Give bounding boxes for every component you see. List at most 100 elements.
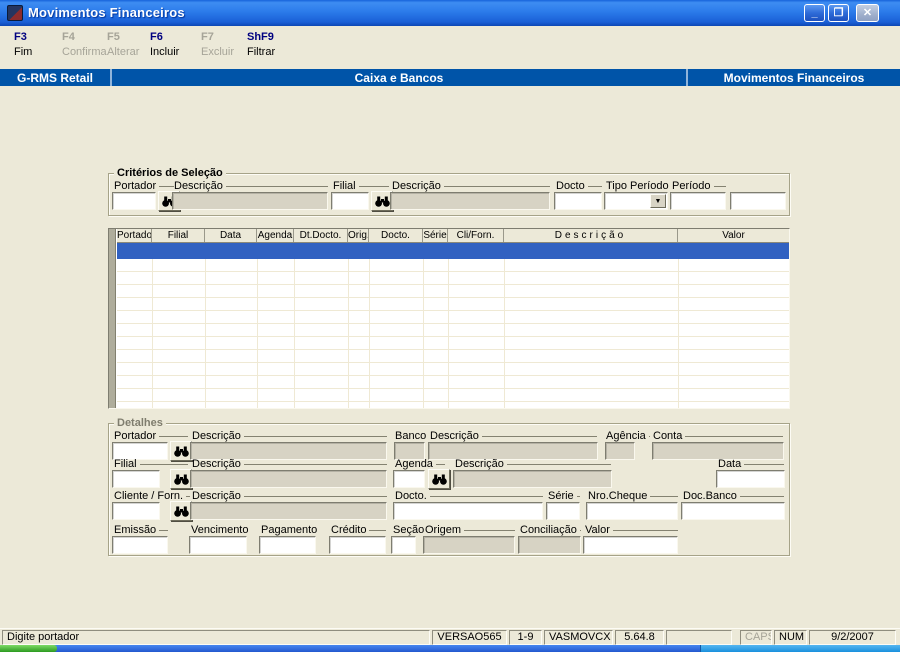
det-pagamento-label: Pagamento xyxy=(261,524,318,536)
det-conciliacao-field xyxy=(518,536,581,554)
binoculars-icon xyxy=(173,446,189,457)
function-key-toolbar: F3 Fim F4 Confirma F5 Alterar F6 Incluir… xyxy=(0,26,900,69)
close-button[interactable]: ✕ xyxy=(856,4,879,22)
det-pagamento-input[interactable] xyxy=(259,536,316,554)
criteria-tipo-periodo-label: Tipo Período xyxy=(606,180,669,192)
movements-grid[interactable]: Portador Filial Data Agenda Dt.Docto. Or… xyxy=(108,228,790,409)
status-version: VERSAO565 xyxy=(432,630,507,645)
toolbar-key: F7 xyxy=(201,31,214,43)
chevron-down-icon[interactable]: ▼ xyxy=(650,194,666,208)
det-secao-label: Seção xyxy=(393,524,425,536)
criteria-periodo-start-input[interactable] xyxy=(670,192,726,210)
det-doc-banco-input[interactable] xyxy=(681,502,785,520)
det-conta-label: Conta xyxy=(653,430,783,442)
status-date: 9/2/2007 xyxy=(809,630,896,645)
grid-column-clifforn: Cli/Forn. xyxy=(448,229,504,242)
det-descricao-banco-label: Descrição xyxy=(430,430,597,442)
window-title: Movimentos Financeiros xyxy=(28,5,185,20)
toolbar-item-incluir[interactable]: F6 Incluir xyxy=(150,31,200,58)
det-agenda-input[interactable] xyxy=(393,470,425,488)
status-bar: Digite portador VERSAO565 1-9 VASMOVCX 5… xyxy=(0,628,900,645)
det-valor-label: Valor xyxy=(585,524,678,536)
status-empty-panel xyxy=(666,630,732,645)
status-message: Digite portador xyxy=(2,630,430,645)
det-serie-label: Série xyxy=(548,490,580,502)
grid-column-filial: Filial xyxy=(152,229,205,242)
grid-column-portador: Portador xyxy=(117,229,152,242)
grid-column-docto: Docto. xyxy=(369,229,423,242)
toolbar-label: Filtrar xyxy=(247,46,276,58)
grid-column-dtdocto: Dt.Docto. xyxy=(294,229,348,242)
restore-button[interactable]: ❐ xyxy=(828,4,849,22)
det-descricao-agenda-field xyxy=(453,470,612,488)
title-bar: Movimentos Financeiros _ ❐ ✕ xyxy=(0,0,900,26)
grid-column-descricao: Descrição xyxy=(504,229,678,242)
toolbar-key: F6 xyxy=(150,31,163,43)
toolbar-label: Incluir xyxy=(150,46,180,58)
toolbar-label: Confirma xyxy=(62,46,107,58)
det-nro-cheque-input[interactable] xyxy=(586,502,678,520)
toolbar-label: Fim xyxy=(14,46,33,58)
criteria-periodo-end-input[interactable] xyxy=(730,192,786,210)
toolbar-item-filtrar[interactable]: ShF9 Filtrar xyxy=(247,31,297,58)
binoculars-icon xyxy=(431,474,447,485)
det-agencia-label: Agência xyxy=(606,430,650,442)
det-serie-input[interactable] xyxy=(546,502,580,520)
det-descricao-portador-label: Descrição xyxy=(192,430,387,442)
criteria-docto-label: Docto xyxy=(556,180,602,192)
det-cliente-forn-input[interactable] xyxy=(112,502,160,520)
grid-row-selector-gutter xyxy=(109,229,116,408)
application-window: Movimentos Financeiros _ ❐ ✕ F3 Fim F4 C… xyxy=(0,0,900,652)
det-agenda-search-button[interactable] xyxy=(428,469,450,489)
screen-title: Movimentos Financeiros xyxy=(723,71,865,85)
criteria-docto-input[interactable] xyxy=(554,192,602,210)
det-emissao-input[interactable] xyxy=(112,536,168,554)
det-secao-input[interactable] xyxy=(391,536,416,554)
det-descricao-cliente-field xyxy=(190,502,387,520)
binoculars-icon xyxy=(374,196,390,207)
det-origem-field xyxy=(423,536,515,554)
det-credito-label: Crédito xyxy=(331,524,386,536)
det-descricao-agenda-label: Descrição xyxy=(455,458,611,470)
toolbar-key: ShF9 xyxy=(247,31,274,43)
app-name: G-RMS Retail xyxy=(16,71,93,85)
status-num-indicator: NUM xyxy=(774,630,807,645)
det-credito-input[interactable] xyxy=(329,536,386,554)
toolbar-key: F4 xyxy=(62,31,75,43)
details-title: Detalhes xyxy=(114,417,166,429)
criteria-tipo-periodo-select[interactable]: ▼ xyxy=(604,192,668,210)
criteria-title: Critérios de Seleção xyxy=(114,167,226,179)
det-docto-input[interactable] xyxy=(393,502,543,520)
det-data-label: Data xyxy=(718,458,784,470)
status-caps-indicator: CAPS xyxy=(740,630,772,645)
det-filial-search-button[interactable] xyxy=(170,469,192,489)
grid-header: Portador Filial Data Agenda Dt.Docto. Or… xyxy=(117,229,789,243)
det-cliente-forn-search-button[interactable] xyxy=(170,501,192,521)
toolbar-label: Excluir xyxy=(201,46,235,58)
det-valor-input[interactable] xyxy=(583,536,678,554)
toolbar-item-confirma: F4 Confirma xyxy=(62,31,112,58)
det-vencimento-input[interactable] xyxy=(189,536,247,554)
module-title: Caixa e Bancos xyxy=(354,71,444,85)
toolbar-item-fim[interactable]: F3 Fim xyxy=(14,31,64,58)
grid-column-serie: Série xyxy=(423,229,448,242)
det-descricao-filial-label: Descrição xyxy=(192,458,387,470)
binoculars-icon xyxy=(173,474,189,485)
det-vencimento-label: Vencimento xyxy=(191,524,249,536)
criteria-descricao-portador-label: Descrição xyxy=(174,180,328,192)
grid-column-data: Data xyxy=(205,229,257,242)
minimize-button[interactable]: _ xyxy=(804,4,825,22)
grid-rows[interactable] xyxy=(117,259,789,408)
start-button[interactable] xyxy=(0,645,57,652)
system-tray xyxy=(700,645,900,652)
det-data-input[interactable] xyxy=(716,470,785,488)
grid-selected-row[interactable] xyxy=(117,243,789,259)
status-build: 5.64.8 xyxy=(615,630,664,645)
criteria-filial-input[interactable] xyxy=(331,192,369,210)
binoculars-icon xyxy=(173,506,189,517)
det-filial-input[interactable] xyxy=(112,470,160,488)
grid-column-agenda: Agenda xyxy=(257,229,294,242)
det-emissao-label: Emissão xyxy=(114,524,168,536)
criteria-portador-input[interactable] xyxy=(112,192,156,210)
app-icon xyxy=(7,5,23,21)
